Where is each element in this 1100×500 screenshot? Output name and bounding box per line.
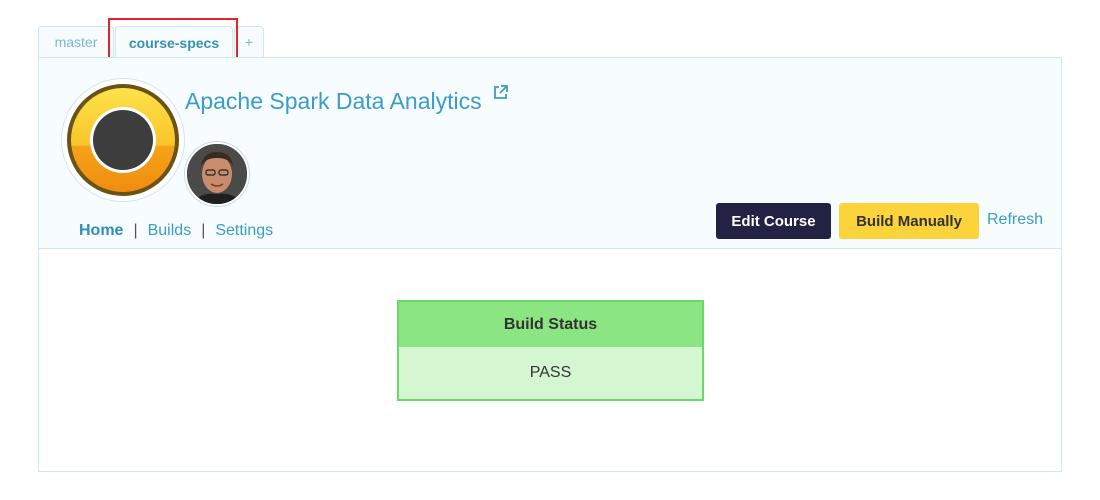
build-status-header: Build Status — [399, 302, 702, 347]
build-status-table: Build Status PASS — [397, 300, 704, 401]
tab-add-button[interactable]: + — [234, 26, 264, 57]
refresh-link[interactable]: Refresh — [987, 211, 1043, 229]
course-panel: Apache Spark Data Analytics Home | Builds |… — [38, 57, 1062, 472]
avatar — [185, 142, 249, 206]
nav-separator: | — [201, 222, 206, 239]
course-nav: Home | Builds | Settings — [79, 222, 273, 240]
nav-home[interactable]: Home — [79, 222, 123, 239]
tab-master[interactable]: master — [38, 26, 114, 57]
build-manually-button[interactable]: Build Manually — [839, 203, 979, 239]
external-link-icon[interactable] — [492, 84, 509, 106]
course-logo — [61, 78, 185, 202]
nav-builds[interactable]: Builds — [148, 222, 192, 239]
nav-settings[interactable]: Settings — [215, 222, 273, 239]
course-title-link[interactable]: Apache Spark Data Analytics — [185, 88, 482, 115]
edit-course-button[interactable]: Edit Course — [716, 203, 831, 239]
course-header: Apache Spark Data Analytics Home | Builds |… — [39, 58, 1061, 249]
nav-separator: | — [133, 222, 138, 239]
tab-course-specs[interactable]: course-specs — [115, 26, 233, 58]
build-status-value: PASS — [399, 347, 702, 399]
